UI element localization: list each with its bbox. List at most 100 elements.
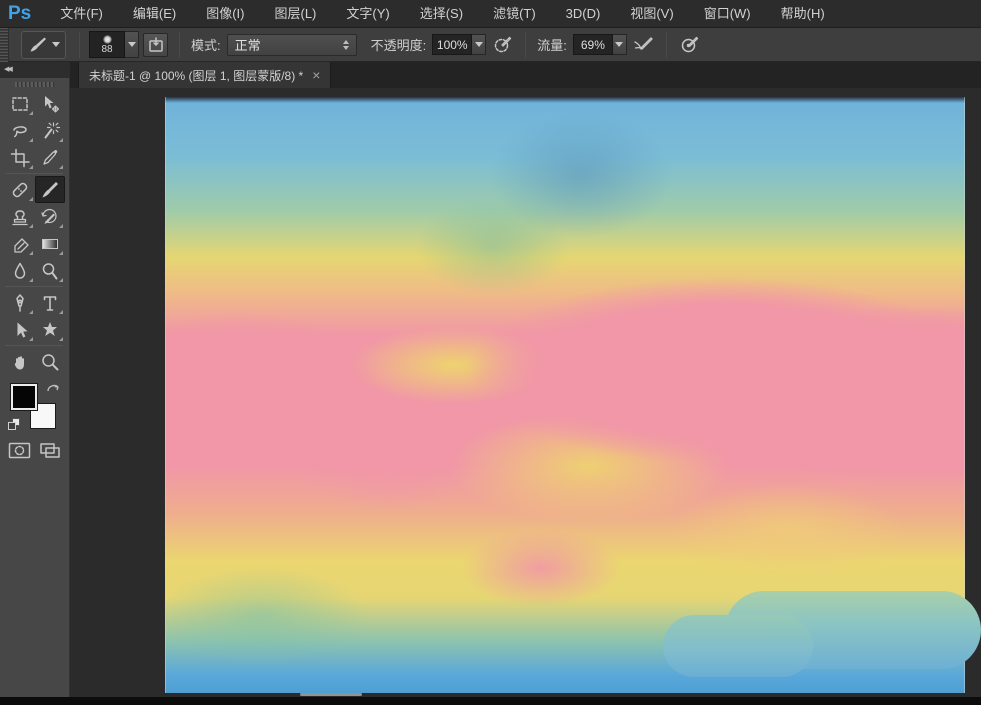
document-tab-bar: 未标题-1 @ 100% (图层 1, 图层蒙版/8) * × (70, 62, 981, 88)
pressure-size-icon (682, 36, 699, 53)
opacity-dropdown-button[interactable] (472, 34, 487, 55)
toggle-brush-panel-button[interactable] (143, 32, 168, 57)
tool-group-separator (4, 173, 63, 174)
color-swatches (6, 382, 64, 432)
separator (525, 31, 527, 58)
foreground-color-swatch[interactable] (9, 383, 38, 411)
blur-tool-button[interactable] (5, 257, 35, 284)
updown-arrows-icon (342, 39, 349, 50)
screen-mode-button[interactable] (39, 442, 62, 459)
photoshop-window: Ps 文件(F) 编辑(E) 图像(I) 图层(L) 文字(Y) 选择(S) 滤… (0, 0, 981, 705)
brush-icon (42, 181, 58, 197)
menu-select[interactable]: 选择(S) (405, 0, 478, 27)
photoshop-logo: Ps (8, 2, 32, 24)
menu-items: 文件(F) 编辑(E) 图像(I) 图层(L) 文字(Y) 选择(S) 滤镜(T… (45, 0, 839, 27)
tool-group-separator (4, 345, 63, 346)
document-tab-title: 未标题-1 @ 100% (图层 1, 图层蒙版/8) * (89, 68, 304, 83)
path-selection-tool-button[interactable] (5, 316, 35, 343)
eraser-icon (13, 237, 29, 253)
custom-shape-tool-button[interactable] (35, 316, 65, 343)
zoom-icon (41, 353, 58, 370)
move-tool-button[interactable] (35, 90, 65, 117)
lasso-icon (12, 125, 27, 137)
blur-drop-icon (14, 262, 25, 279)
default-colors-button[interactable] (7, 418, 21, 431)
quick-mask-icon (8, 442, 30, 459)
options-bar: 88 模式: 正常 不透明度: 100% 流量: 69% (0, 27, 981, 62)
history-brush-icon (40, 208, 57, 224)
history-brush-tool-button[interactable] (35, 203, 65, 230)
menu-3d[interactable]: 3D(D) (551, 0, 616, 27)
lasso-tool-button[interactable] (5, 117, 35, 144)
mode-select[interactable]: 正常 (226, 33, 357, 56)
document-area (70, 88, 981, 697)
type-tool-button[interactable] (35, 289, 65, 316)
crop-icon (10, 148, 30, 167)
chevron-down-icon (474, 42, 483, 47)
tool-preset-picker[interactable] (21, 30, 66, 59)
selection-arrow-icon (17, 322, 27, 337)
hand-tool-button[interactable] (5, 348, 35, 375)
menu-filter[interactable]: 滤镜(T) (478, 0, 551, 27)
opacity-field[interactable]: 100% (432, 34, 487, 55)
spot-healing-brush-tool-button[interactable] (5, 176, 35, 203)
cloud-brush-stroke (663, 591, 981, 677)
menu-layer[interactable]: 图层(L) (259, 0, 331, 27)
panel-grip[interactable] (14, 82, 55, 87)
collapse-panel-button[interactable]: ◀◀ (0, 62, 70, 78)
brush-preset-picker[interactable]: 88 (89, 31, 139, 58)
close-icon[interactable]: × (312, 68, 320, 82)
menu-image[interactable]: 图像(I) (191, 0, 259, 27)
flow-field[interactable]: 69% (572, 34, 627, 55)
dodge-tool-button[interactable] (35, 257, 65, 284)
crop-tool-button[interactable] (5, 144, 35, 171)
tablet-pressure-size-button[interactable] (677, 33, 703, 57)
flow-value[interactable]: 69% (572, 34, 613, 55)
brush-size-value: 88 (101, 43, 113, 55)
menu-window[interactable]: 窗口(W) (689, 0, 766, 27)
clone-stamp-tool-button[interactable] (5, 203, 35, 230)
type-icon (43, 295, 56, 311)
gradient-tool-button[interactable] (35, 230, 65, 257)
eyedropper-icon (42, 149, 57, 165)
pen-tool-button[interactable] (5, 289, 35, 316)
tools-panel (0, 78, 70, 697)
menu-help[interactable]: 帮助(H) (766, 0, 840, 27)
menu-type[interactable]: 文字(Y) (331, 0, 404, 27)
eraser-tool-button[interactable] (5, 230, 35, 257)
marquee-icon (11, 96, 28, 111)
menu-bar: Ps 文件(F) 编辑(E) 图像(I) 图层(L) 文字(Y) 选择(S) 滤… (0, 0, 981, 28)
separator (665, 31, 667, 58)
canvas-wrap (165, 97, 981, 693)
rectangular-marquee-tool-button[interactable] (5, 90, 35, 117)
screen-mode-icon (39, 443, 60, 458)
document-tab[interactable]: 未标题-1 @ 100% (图层 1, 图层蒙版/8) * × (78, 62, 332, 88)
hand-icon (14, 355, 24, 369)
brush-tool-button[interactable] (34, 176, 65, 203)
pen-icon (15, 293, 24, 312)
flow-dropdown-button[interactable] (612, 34, 627, 55)
brush-tip-icon (102, 34, 112, 44)
flow-label: 流量: (537, 38, 567, 53)
tablet-pressure-opacity-button[interactable] (489, 33, 515, 57)
eyedropper-tool-button[interactable] (35, 144, 65, 171)
magic-wand-tool-button[interactable] (35, 117, 65, 144)
chevron-down-icon (127, 42, 136, 47)
zoom-tool-button[interactable] (35, 348, 65, 375)
brush-panel-icon (148, 36, 163, 52)
tool-group-separator (4, 286, 63, 287)
options-bar-grip[interactable] (0, 27, 9, 62)
airbrush-button[interactable] (630, 33, 656, 57)
gradient-icon (41, 238, 58, 249)
swap-colors-icon[interactable] (46, 382, 61, 396)
opacity-value[interactable]: 100% (432, 34, 473, 55)
quick-mask-button[interactable] (8, 442, 31, 459)
healing-brush-icon (12, 182, 27, 197)
clone-stamp-icon (11, 209, 28, 225)
brush-preset-dropdown-button[interactable] (125, 31, 139, 58)
menu-view[interactable]: 视图(V) (615, 0, 688, 27)
menu-edit[interactable]: 编辑(E) (118, 0, 191, 27)
brush-preview: 88 (89, 31, 125, 58)
menu-file[interactable]: 文件(F) (45, 0, 118, 27)
scrollbar-thumb[interactable] (300, 693, 362, 696)
